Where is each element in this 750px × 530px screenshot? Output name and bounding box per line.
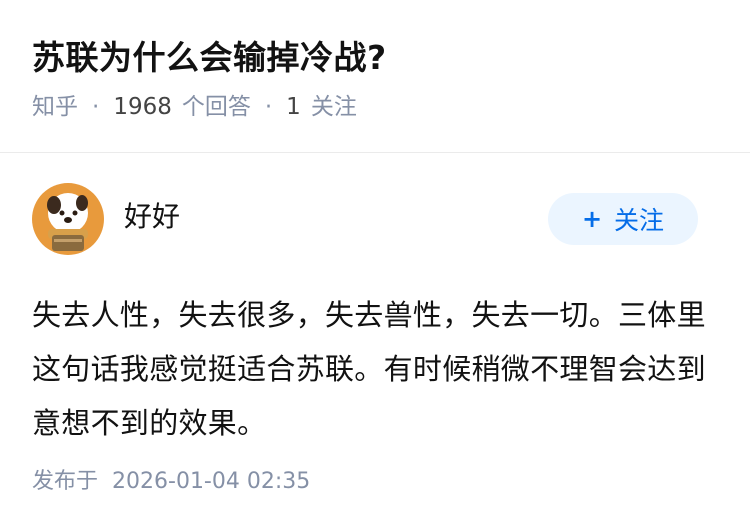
question-header: 苏联为什么会输掉冷战? 知乎 · 1968 个回答 · 1 关注 xyxy=(0,0,750,120)
meta-separator: · xyxy=(264,94,273,120)
dog-avatar-icon xyxy=(32,183,104,255)
author-name[interactable]: 好好 xyxy=(124,199,180,235)
plus-icon: + xyxy=(581,205,603,233)
answer-footer: 发布于 2026-01-04 02:35 xyxy=(32,464,718,500)
answer-count: 1968 xyxy=(113,94,172,120)
published-label: 发布于 xyxy=(32,469,99,494)
avatar[interactable] xyxy=(32,183,104,255)
follow-button[interactable]: + 关注 xyxy=(548,193,698,245)
answer-count-label[interactable]: 个回答 xyxy=(182,92,251,122)
follow-count-label[interactable]: 关注 xyxy=(311,92,357,122)
source-label[interactable]: 知乎 xyxy=(32,92,78,122)
author-row: 好好 + 关注 xyxy=(32,153,718,265)
question-title[interactable]: 苏联为什么会输掉冷战? xyxy=(32,36,718,80)
follow-button-label: 关注 xyxy=(614,206,665,235)
answer-card: 好好 + 关注 失去人性，失去很多，失去兽性，失去一切。三体里这句话我感觉挺适合… xyxy=(0,153,750,500)
answer-content[interactable]: 失去人性，失去很多，失去兽性，失去一切。三体里这句话我感觉挺适合苏联。有时候稍微… xyxy=(32,288,718,450)
follow-count: 1 xyxy=(286,94,301,120)
published-time: 2026-01-04 02:35 xyxy=(112,469,311,494)
question-meta: 知乎 · 1968 个回答 · 1 关注 xyxy=(32,92,718,122)
meta-separator: · xyxy=(92,94,100,120)
